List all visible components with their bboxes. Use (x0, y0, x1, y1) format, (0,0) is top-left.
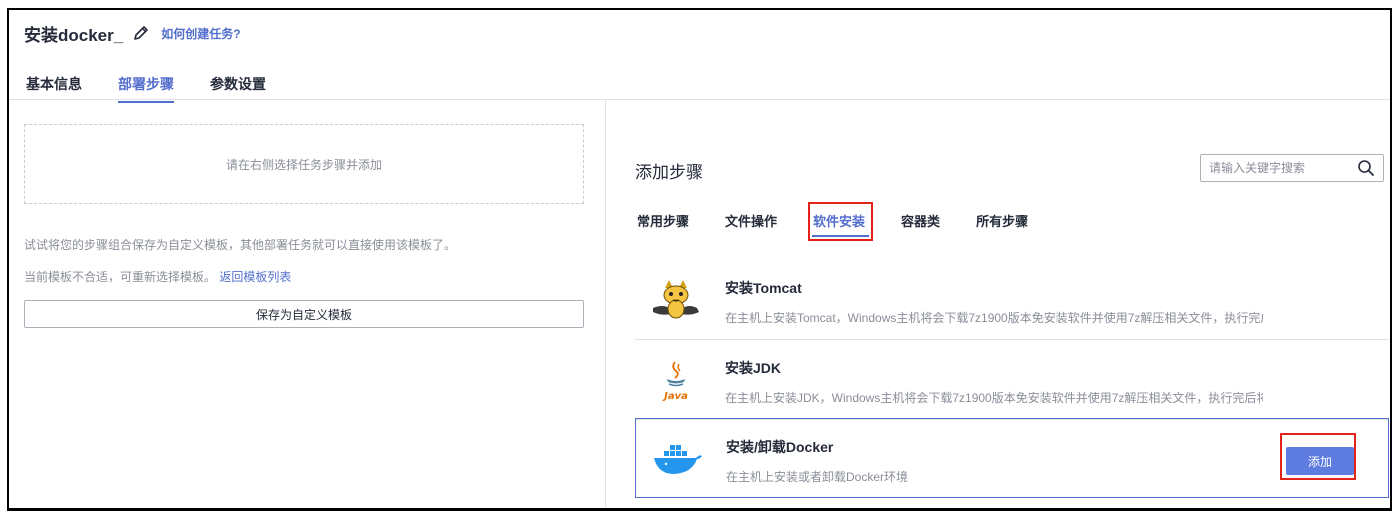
step-name: 安装Tomcat (725, 280, 802, 296)
title-row: 安装docker_ 如何创建任务? (24, 22, 241, 45)
step-name: 安装/卸载Docker (726, 439, 834, 455)
step-item-docker[interactable]: 安装/卸载Docker 在主机上安装或者卸载Docker环境 添加 (635, 418, 1389, 498)
step-desc: 在主机上安装JDK，Windows主机将会下载7z1900版本免安装软件并使用7… (725, 391, 1263, 405)
java-logo-icon: Java (649, 358, 703, 402)
step-category-tabs: 常用步骤 文件操作 软件安装 容器类 所有步骤 (637, 202, 1064, 241)
search-input[interactable] (1201, 161, 1351, 175)
page-title: 安装docker_ (24, 25, 124, 45)
dropzone-text: 请在右侧选择任务步骤并添加 (225, 157, 382, 172)
reselect-text: 当前模板不合适，可重新选择模板。 (24, 270, 217, 284)
template-hint: 试试将您的步骤组合保存为自定义模板，其他部署任务就可以直接使用该模板了。 (24, 238, 457, 252)
deploy-task-window: 安装docker_ 如何创建任务? 基本信息 部署步骤 参数设置 请在右侧选择任… (7, 8, 1392, 511)
add-step-button[interactable]: 添加 (1286, 447, 1354, 475)
pencil-icon[interactable] (133, 25, 149, 41)
steps-dropzone[interactable]: 请在右侧选择任务步骤并添加 (24, 124, 584, 204)
category-file-ops[interactable]: 文件操作 (725, 211, 777, 230)
help-link[interactable]: 如何创建任务? (161, 25, 240, 42)
svg-text:Java: Java (662, 391, 688, 402)
tomcat-logo-icon (649, 278, 703, 322)
panel-divider (605, 100, 606, 508)
category-software-install[interactable]: 软件安装 (808, 202, 874, 241)
template-reselect-hint: 当前模板不合适，可重新选择模板。 返回模板列表 (24, 268, 291, 285)
add-steps-title: 添加步骤 (635, 163, 703, 182)
docker-logo-icon (650, 437, 704, 481)
save-as-template-button[interactable]: 保存为自定义模板 (24, 300, 584, 328)
step-item-jdk[interactable]: Java 安装JDK 在主机上安装JDK，Windows主机将会下载7z1900… (635, 340, 1389, 420)
step-name: 安装JDK (725, 360, 782, 376)
category-common[interactable]: 常用步骤 (637, 211, 689, 230)
back-to-templates-link[interactable]: 返回模板列表 (219, 270, 291, 284)
category-container[interactable]: 容器类 (901, 211, 940, 230)
tabs-divider (9, 99, 1390, 100)
step-desc: 在主机上安装或者卸载Docker环境 (726, 470, 909, 484)
search-box (1200, 154, 1384, 182)
search-icon[interactable] (1357, 159, 1375, 177)
category-all[interactable]: 所有步骤 (976, 211, 1028, 230)
step-desc: 在主机上安装Tomcat，Windows主机将会下载7z1900版本免安装软件并… (725, 311, 1263, 325)
step-item-tomcat[interactable]: 安装Tomcat 在主机上安装Tomcat，Windows主机将会下载7z190… (635, 260, 1389, 340)
